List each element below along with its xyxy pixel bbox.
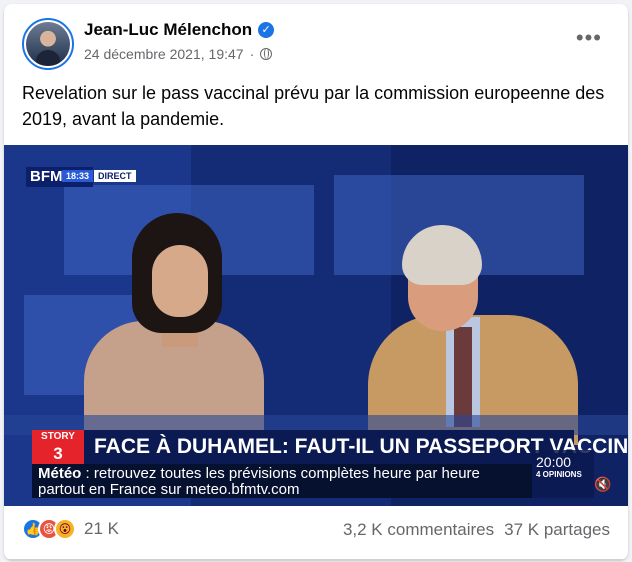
shares-count[interactable]: 37 K partages (504, 520, 610, 540)
meta-separator: · (249, 46, 255, 62)
clock-time: 20:00 (536, 454, 572, 470)
wow-icon: 😮 (54, 518, 76, 540)
comments-count[interactable]: 3,2 K commentaires (343, 520, 494, 540)
story-label: STORY (32, 430, 84, 444)
post-date[interactable]: 24 décembre 2021, 19:47 (84, 46, 244, 62)
clock-subtitle: 4 OPINIONS (536, 470, 582, 479)
live-badge: DIRECT (94, 170, 136, 182)
post-meta: 24 décembre 2021, 19:47 · (84, 46, 273, 62)
video-player[interactable]: BFM TV. 18:33 DIRECT STORY 3 FACE À DUHA… (4, 145, 628, 506)
video-headline: FACE À DUHAMEL: FAUT-IL UN PASSEPORT VAC… (84, 430, 628, 464)
man-tie (454, 327, 472, 427)
post-card: Jean-Luc Mélenchon ✓ 24 décembre 2021, 1… (4, 4, 628, 560)
globe-icon[interactable] (260, 48, 273, 60)
woman-face (152, 245, 208, 317)
avatar-photo (26, 22, 70, 66)
story-number: 3 (32, 444, 84, 464)
clock-box: 20:00 4 OPINIONS (532, 450, 594, 498)
ticker-line1: : retrouvez toutes les prévisions complè… (85, 465, 480, 482)
post-text: Revelation sur le pass vaccinal prévu pa… (22, 83, 605, 129)
reaction-count: 21 K (84, 519, 119, 538)
news-ticker: Météo : retrouvez toutes les prévisions … (32, 464, 532, 498)
ticker-label: Météo (38, 465, 82, 482)
verified-check-icon: ✓ (258, 22, 275, 38)
author-avatar[interactable] (22, 18, 74, 70)
more-options-button[interactable]: ••• (576, 27, 602, 49)
author-row: Jean-Luc Mélenchon ✓ (84, 20, 275, 40)
mute-icon[interactable]: 🔇 (594, 475, 611, 493)
reactions-summary[interactable]: 👍 😡 😮 21 K (22, 518, 119, 540)
author-name[interactable]: Jean-Luc Mélenchon (84, 20, 252, 40)
ticker-line2: partout en France sur meteo.bfmtv.com (38, 481, 300, 498)
post-footer: 👍 😡 😮 21 K 3,2 K commentaires 37 K parta… (4, 506, 628, 560)
post-header: Jean-Luc Mélenchon ✓ 24 décembre 2021, 1… (22, 18, 614, 74)
channel-time: 18:33 (62, 170, 94, 182)
post-stats: 3,2 K commentaires 37 K partages (343, 520, 610, 540)
